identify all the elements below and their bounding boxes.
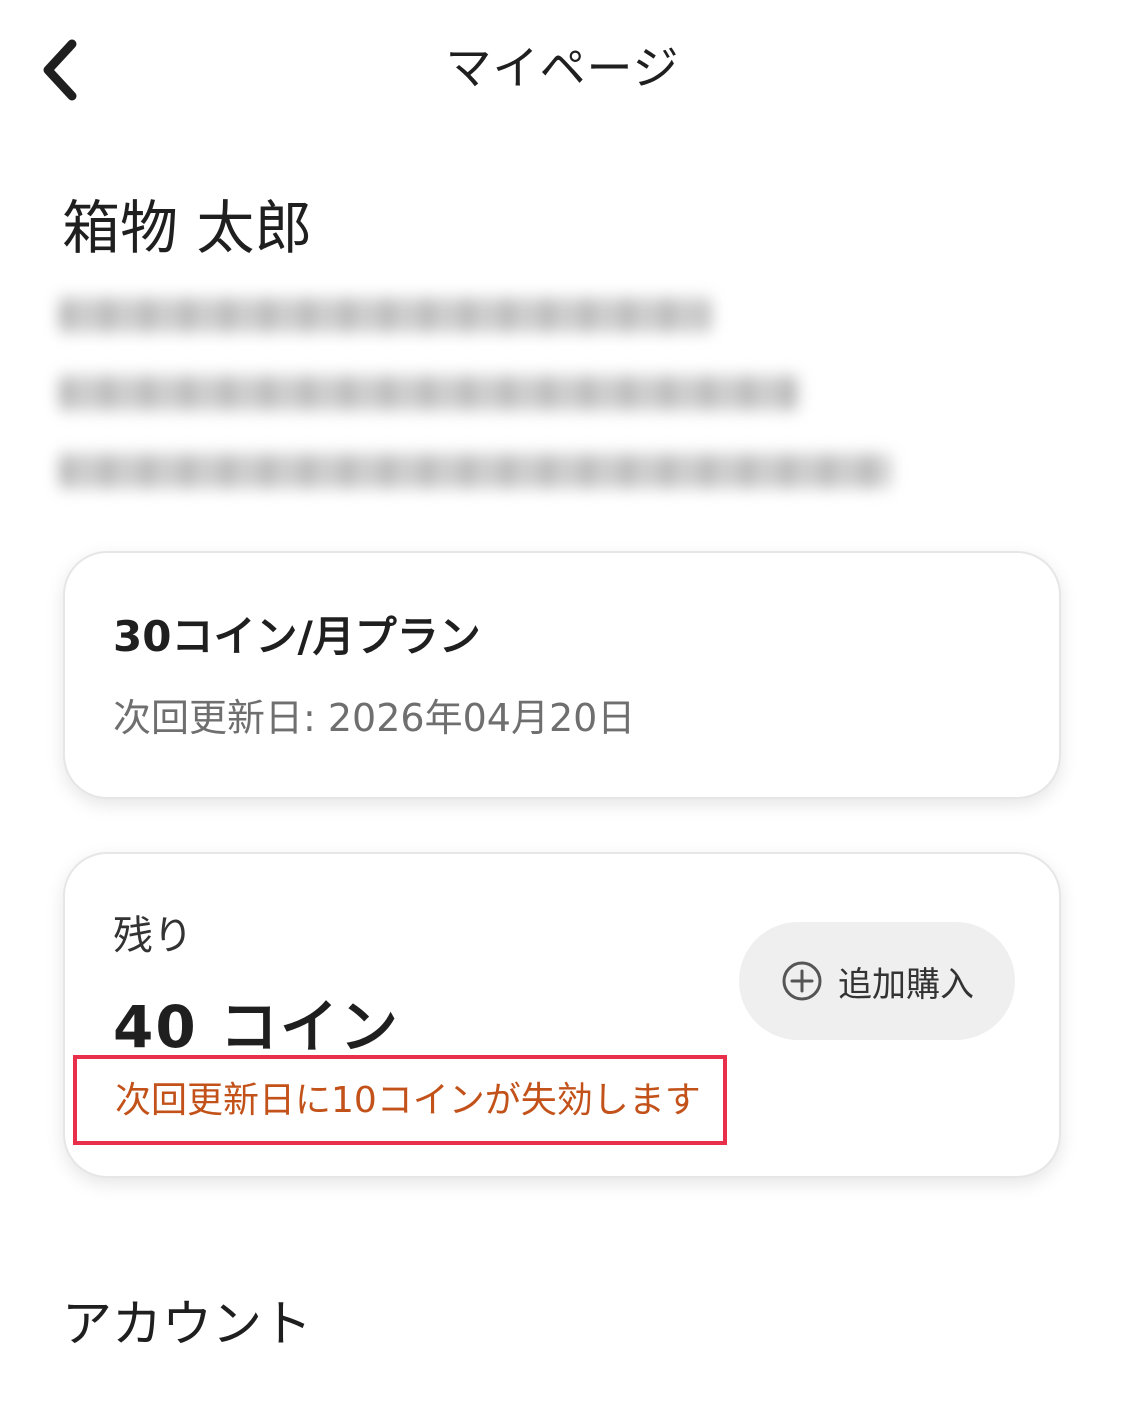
page-title: マイページ xyxy=(445,41,680,95)
redacted-info-line-1 xyxy=(60,298,710,332)
redacted-info-line-3 xyxy=(60,454,890,488)
add-purchase-button[interactable]: 追加購入 xyxy=(739,922,1015,1040)
plan-name: 30コイン/月プラン xyxy=(113,612,481,661)
add-purchase-label: 追加購入 xyxy=(838,964,974,1005)
plus-circle-icon xyxy=(782,961,822,1001)
account-section-title: アカウント xyxy=(62,1295,312,1353)
header-bar: マイページ xyxy=(0,0,1125,135)
remaining-label: 残り xyxy=(113,913,193,959)
user-name: 箱物 太郎 xyxy=(62,194,313,262)
redacted-info-line-2 xyxy=(60,376,800,410)
coin-amount: 40 コイン xyxy=(113,993,400,1061)
renewal-date: 次回更新日: 2026年04月20日 xyxy=(113,696,636,740)
highlight-box: 次回更新日に10コインが失効します xyxy=(73,1055,727,1145)
expiration-notice: 次回更新日に10コインが失効します xyxy=(115,1080,701,1121)
coin-balance-card: 残り 40 コイン 追加購入 次回更新日に10コインが失効します xyxy=(63,852,1061,1178)
plan-card: 30コイン/月プラン 次回更新日: 2026年04月20日 xyxy=(63,551,1061,799)
